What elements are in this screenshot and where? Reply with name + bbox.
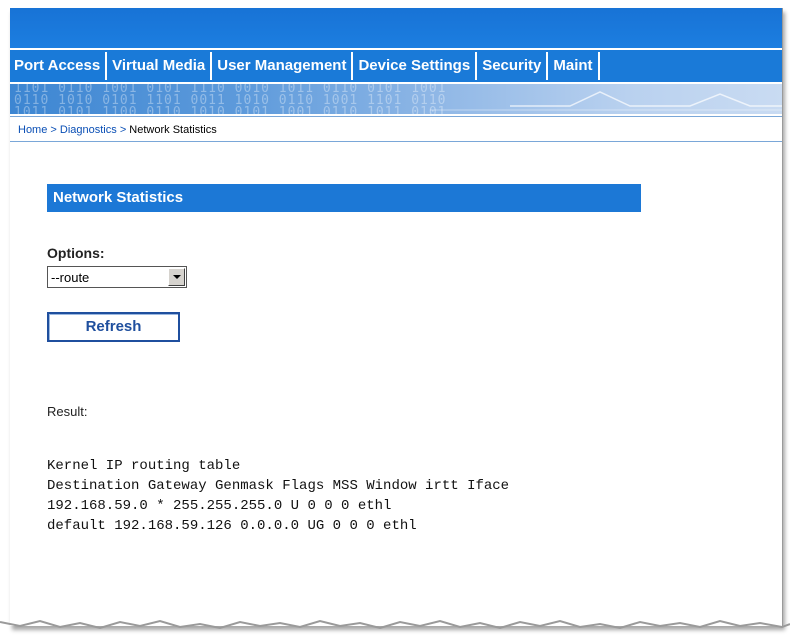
- main-nav-bar: Port Access Virtual Media User Managemen…: [10, 48, 782, 84]
- refresh-button[interactable]: Refresh: [47, 312, 180, 342]
- tab-security[interactable]: Security: [477, 52, 549, 80]
- options-label: Options:: [47, 245, 105, 261]
- tab-port-access[interactable]: Port Access: [10, 52, 108, 80]
- tab-maintenance[interactable]: Maint: [548, 52, 600, 80]
- breadcrumb-current-page: Network Statistics: [129, 124, 217, 136]
- result-line: Destination Gateway Genmask Flags MSS Wi…: [47, 478, 510, 494]
- result-output: Kernel IP routing table Destination Gatew…: [47, 456, 509, 536]
- result-line: 192.168.59.0 * 255.255.255.0 U 0 0 0 eth…: [47, 498, 392, 514]
- tab-device-settings[interactable]: Device Settings: [353, 52, 478, 80]
- breadcrumb-separator: >: [119, 124, 130, 136]
- app-window: Port Access Virtual Media User Managemen…: [10, 8, 783, 626]
- result-label: Result:: [47, 404, 88, 419]
- torn-paper-edge: [0, 619, 790, 630]
- breadcrumb-home-link[interactable]: Home: [18, 124, 47, 136]
- breadcrumb: Home > Diagnostics > Network Statistics: [10, 116, 782, 142]
- options-select[interactable]: --route: [47, 266, 187, 288]
- chevron-down-icon[interactable]: [168, 268, 185, 286]
- breadcrumb-separator: >: [50, 124, 60, 136]
- result-line: default 192.168.59.126 0.0.0.0 UG 0 0 0 …: [47, 518, 417, 534]
- tab-user-management[interactable]: User Management: [212, 52, 354, 80]
- page-title: Network Statistics: [47, 184, 641, 212]
- tab-virtual-media[interactable]: Virtual Media: [107, 52, 213, 80]
- result-line: Kernel IP routing table: [47, 458, 241, 474]
- options-select-value: --route: [51, 270, 90, 285]
- top-header-band: [10, 8, 782, 48]
- banner-wave-graphic: [430, 91, 782, 111]
- decorative-banner: 1101 0110 1001 0101 1110 0010 1011 0110 …: [10, 84, 782, 114]
- breadcrumb-diagnostics-link[interactable]: Diagnostics: [60, 124, 117, 136]
